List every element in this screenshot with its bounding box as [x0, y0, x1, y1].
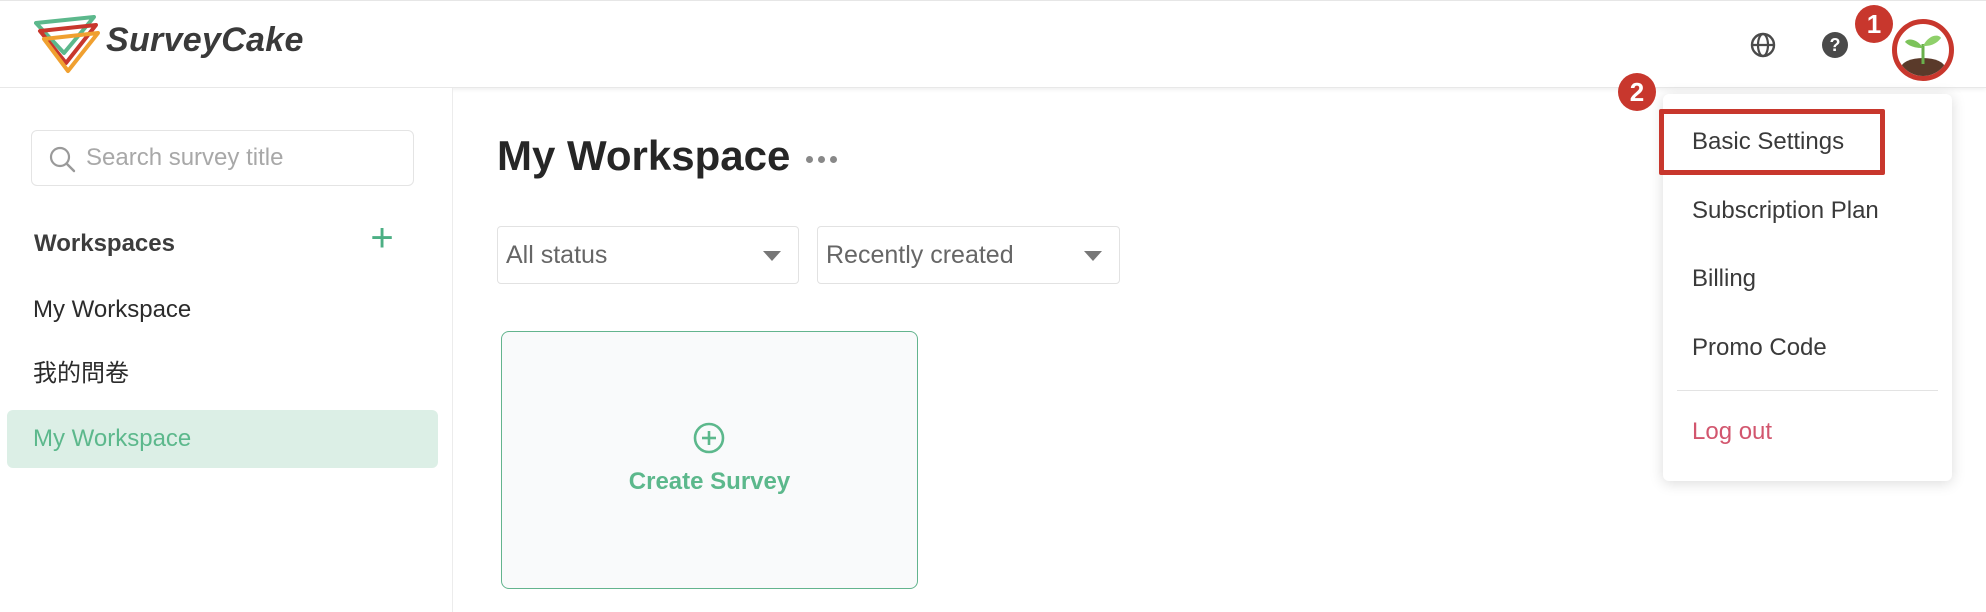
top-header: SurveyCake ?	[0, 0, 1986, 88]
search-box[interactable]	[31, 130, 414, 186]
search-input[interactable]	[86, 137, 406, 179]
create-survey-label: Create Survey	[628, 468, 791, 495]
avatar-sprout-icon	[1901, 35, 1945, 76]
search-icon	[49, 146, 76, 173]
chevron-down-icon	[763, 251, 781, 261]
menu-item-billing[interactable]: Billing	[1692, 265, 1756, 293]
menu-divider	[1677, 390, 1938, 391]
sort-filter-select[interactable]: Recently created	[817, 226, 1120, 284]
highlight-box	[1659, 109, 1885, 175]
menu-item-promo-code[interactable]: Promo Code	[1692, 334, 1827, 362]
sidebar-item-my-workspace[interactable]: My Workspace	[7, 281, 438, 339]
workspaces-heading: Workspaces	[34, 230, 175, 257]
step-badge-1: 1	[1855, 5, 1893, 43]
create-survey-card[interactable]: Create Survey	[501, 331, 918, 589]
globe-icon[interactable]	[1749, 31, 1777, 59]
sort-filter-value: Recently created	[826, 241, 1014, 269]
menu-item-logout[interactable]: Log out	[1692, 418, 1772, 446]
help-icon[interactable]: ?	[1822, 32, 1848, 58]
chevron-down-icon	[1084, 251, 1102, 261]
page-title: My Workspace	[497, 132, 791, 179]
brand-name[interactable]: SurveyCake	[106, 21, 304, 60]
plus-circle-icon	[693, 422, 725, 454]
sidebar-item-my-surveys[interactable]: 我的問卷	[7, 345, 438, 403]
status-filter-select[interactable]: All status	[497, 226, 799, 284]
logo-icon[interactable]	[34, 13, 104, 75]
user-avatar-button[interactable]	[1892, 19, 1954, 81]
step-badge-2: 2	[1618, 73, 1656, 111]
status-filter-value: All status	[506, 241, 608, 269]
sidebar: Workspaces + My Workspace 我的問卷 My Worksp…	[0, 88, 453, 612]
menu-item-subscription-plan[interactable]: Subscription Plan	[1692, 197, 1879, 225]
more-options-icon[interactable]	[806, 150, 842, 163]
sidebar-item-my-workspace-active[interactable]: My Workspace	[7, 410, 438, 468]
add-workspace-button[interactable]: +	[366, 218, 398, 258]
